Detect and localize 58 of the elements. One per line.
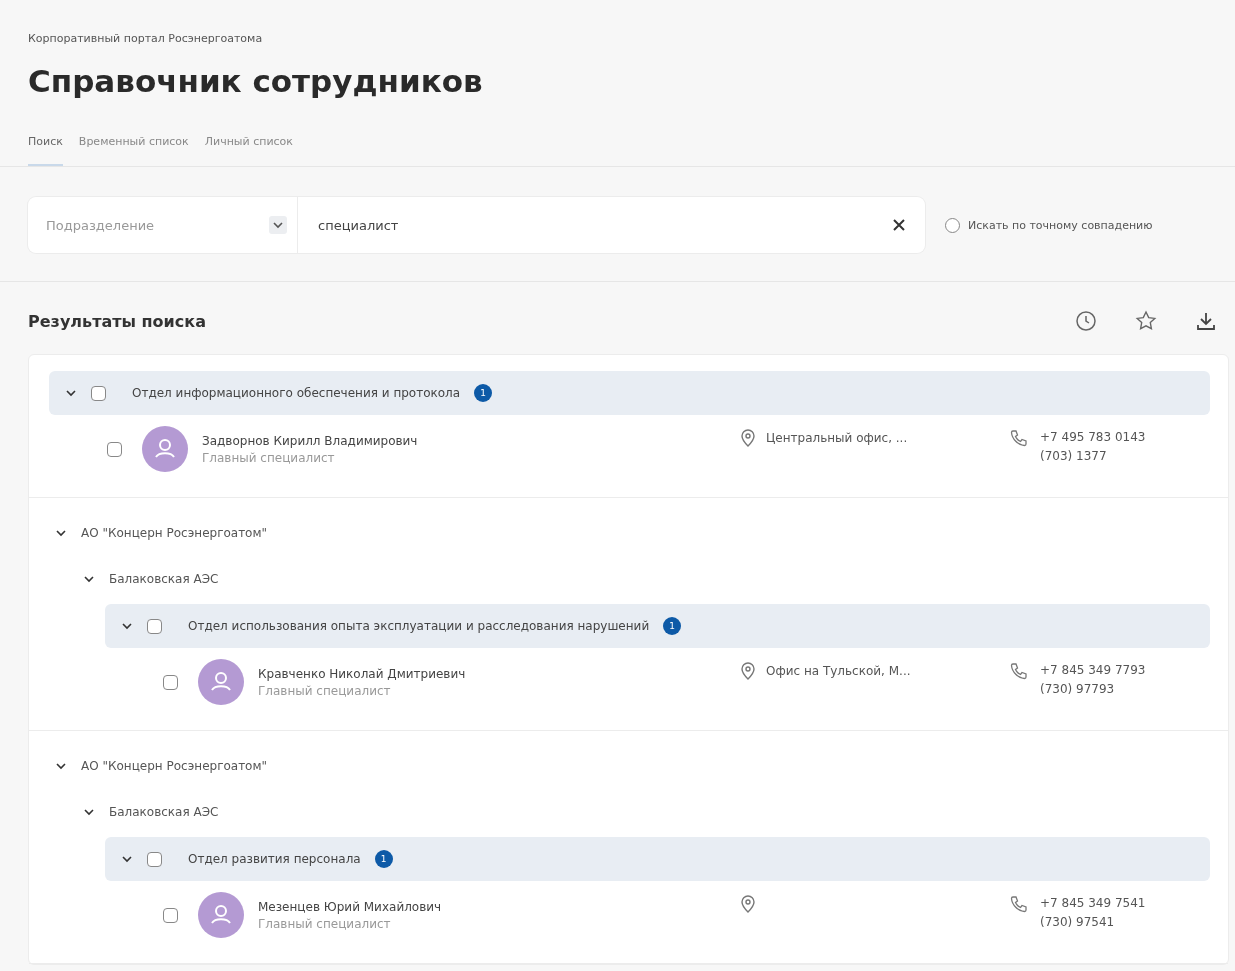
- count-badge: 1: [374, 850, 393, 868]
- location-pin-icon: [740, 662, 756, 680]
- location-text: Центральный офис, ...: [766, 431, 908, 445]
- avatar-icon: [198, 892, 244, 938]
- employee-position: Главный специалист: [202, 450, 336, 465]
- checkbox[interactable]: [163, 674, 178, 690]
- caret-icon: [269, 216, 287, 234]
- tab[interactable]: Поиск: [28, 135, 63, 166]
- employee-name[interactable]: Мезенцев Юрий Михайлович: [258, 899, 740, 914]
- checkbox[interactable]: [91, 385, 106, 401]
- department-row[interactable]: Отдел развития персонала 1: [105, 837, 1210, 881]
- checkbox[interactable]: [147, 618, 162, 634]
- org-label[interactable]: АО "Концерн Росэнергоатом": [81, 526, 268, 540]
- breadcrumb[interactable]: Корпоративный портал Росэнергоатома: [28, 32, 1207, 45]
- phone-number[interactable]: +7 845 349 7541: [1040, 892, 1146, 914]
- org-label[interactable]: Балаковская АЭС: [109, 805, 219, 819]
- chevron-icon[interactable]: [55, 527, 67, 539]
- chevron-icon[interactable]: [83, 573, 95, 585]
- chevron-icon[interactable]: [55, 760, 67, 772]
- location-text: Офис на Тульской, М...: [766, 664, 911, 678]
- checkbox[interactable]: [147, 851, 162, 867]
- star-icon[interactable]: [1135, 310, 1157, 332]
- checkbox[interactable]: [163, 907, 178, 923]
- avatar-icon: [142, 426, 188, 472]
- phone-icon: [1010, 429, 1028, 447]
- phone-extension: (730) 97793: [1040, 681, 1116, 698]
- chevron-icon[interactable]: [65, 387, 77, 399]
- page-title: Справочник сотрудников: [28, 63, 484, 99]
- exact-match-checkbox[interactable]: Искать по точному совпадению: [945, 217, 1153, 233]
- count-badge: 1: [474, 384, 493, 402]
- phone-icon: [1010, 895, 1028, 913]
- clock-icon[interactable]: [1075, 310, 1097, 332]
- org-label[interactable]: АО "Концерн Росэнергоатом": [81, 759, 268, 773]
- avatar-icon: [198, 659, 244, 705]
- employee-name[interactable]: Задворнов Кирилл Владимирович: [202, 433, 740, 448]
- results-title: Результаты поиска: [28, 311, 206, 331]
- checkbox[interactable]: [107, 441, 122, 457]
- chevron-icon[interactable]: [121, 853, 133, 865]
- department-row[interactable]: Отдел информационного обеспечения и протокола 1: [49, 371, 1210, 415]
- department-row[interactable]: Отдел использования опыта эксплуатации и расследования нарушений 1: [105, 604, 1210, 648]
- close-icon[interactable]: [891, 217, 907, 233]
- org-label[interactable]: Балаковская АЭС: [109, 572, 219, 586]
- phone-number[interactable]: +7 495 783 0143: [1040, 426, 1146, 448]
- employee-position: Главный специалист: [258, 683, 392, 698]
- phone-icon: [1010, 662, 1028, 680]
- count-badge: 1: [663, 617, 682, 635]
- phone-extension: (703) 1377: [1040, 448, 1108, 465]
- phone-number[interactable]: +7 845 349 7793: [1040, 659, 1146, 681]
- chevron-icon[interactable]: [121, 620, 133, 632]
- employee-name[interactable]: Кравченко Николай Дмитриевич: [258, 666, 740, 681]
- search-field[interactable]: специалист: [316, 216, 891, 234]
- phone-extension: (730) 97541: [1040, 914, 1116, 931]
- download-icon[interactable]: [1195, 310, 1217, 332]
- location-pin-icon: [740, 429, 756, 447]
- location-pin-icon: [740, 895, 756, 913]
- tab[interactable]: Личный список: [204, 135, 293, 166]
- chevron-icon[interactable]: [83, 806, 95, 818]
- employee-position: Главный специалист: [258, 916, 392, 931]
